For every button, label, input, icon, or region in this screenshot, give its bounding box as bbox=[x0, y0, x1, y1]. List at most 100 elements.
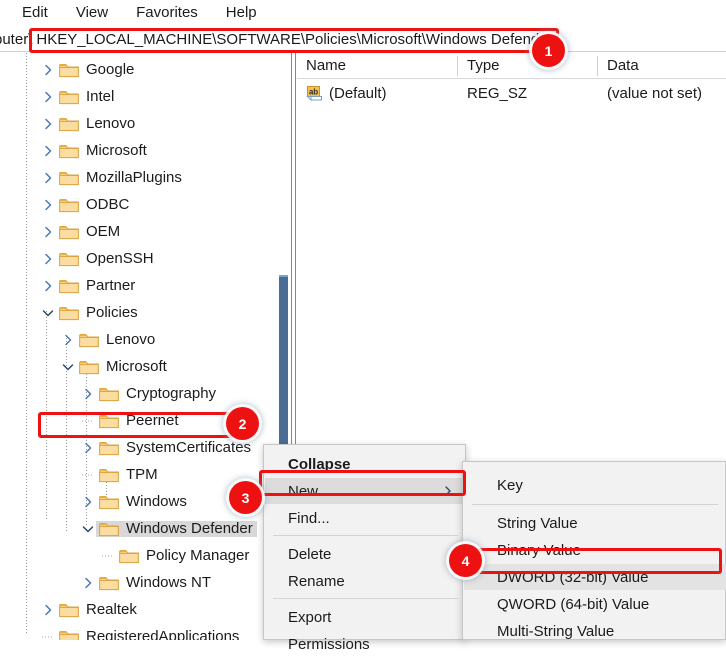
chevron-right-icon[interactable] bbox=[40, 278, 56, 294]
column-header-type[interactable]: Type bbox=[467, 53, 500, 78]
tree-item-content[interactable]: SystemCertificates bbox=[96, 439, 255, 456]
tree-item-tpm[interactable]: TPM bbox=[80, 461, 162, 488]
tree-item-policy-manager[interactable]: Policy Manager bbox=[100, 542, 253, 569]
tree-item-content[interactable]: Intel bbox=[56, 88, 118, 105]
tree-item-label: OEM bbox=[86, 222, 121, 240]
address-bar[interactable]: puter\ HKEY_LOCAL_MACHINE\SOFTWARE\Polic… bbox=[0, 28, 726, 52]
tree-item-content[interactable]: Google bbox=[56, 61, 138, 78]
tree-item-content[interactable]: Policies bbox=[56, 304, 142, 321]
context-menu-item-permissions[interactable]: Permissions bbox=[265, 631, 466, 657]
tree-item-realtek[interactable]: Realtek bbox=[40, 596, 141, 623]
tree-item-content[interactable]: RegisteredApplications bbox=[56, 628, 243, 640]
tree-item-content[interactable]: ODBC bbox=[56, 196, 133, 213]
tree-item-windows-nt[interactable]: Windows NT bbox=[80, 569, 215, 596]
menu-view[interactable]: View bbox=[76, 0, 108, 26]
chevron-right-icon[interactable] bbox=[80, 386, 96, 402]
tree-item-windows[interactable]: Windows bbox=[80, 488, 191, 515]
tree-item-lenovo[interactable]: Lenovo bbox=[60, 326, 159, 353]
tree-item-oem[interactable]: OEM bbox=[40, 218, 124, 245]
tree-item-label: Windows bbox=[126, 492, 187, 510]
column-header-name[interactable]: Name bbox=[306, 53, 346, 78]
tree-item-lenovo[interactable]: Lenovo bbox=[40, 110, 139, 137]
menu-favorites[interactable]: Favorites bbox=[136, 0, 198, 26]
address-path[interactable]: HKEY_LOCAL_MACHINE\SOFTWARE\Policies\Mic… bbox=[36, 31, 552, 48]
chevron-right-icon[interactable] bbox=[80, 440, 96, 456]
chevron-right-icon[interactable] bbox=[80, 494, 96, 510]
tree-item-content[interactable]: Windows bbox=[96, 492, 191, 510]
tree-item-content[interactable]: Partner bbox=[56, 276, 139, 294]
chevron-right-icon[interactable] bbox=[60, 332, 76, 348]
tree-item-partner[interactable]: Partner bbox=[40, 272, 139, 299]
tree-item-windows-defender[interactable]: Windows Defender bbox=[80, 515, 257, 542]
tree-item-registeredapplications[interactable]: RegisteredApplications bbox=[40, 623, 243, 640]
context-menu-item-export[interactable]: Export bbox=[265, 604, 466, 630]
chevron-right-icon[interactable] bbox=[40, 251, 56, 267]
value-type: REG_SZ bbox=[467, 85, 528, 102]
chevron-right-icon[interactable] bbox=[40, 197, 56, 213]
tree-item-peernet[interactable]: Peernet bbox=[80, 407, 183, 434]
tree-item-intel[interactable]: Intel bbox=[40, 83, 118, 110]
context-menu-item-collapse[interactable]: Collapse bbox=[265, 451, 466, 477]
registry-tree-pane[interactable]: Google Intel Lenovo Microsoft MozillaPlugins… bbox=[0, 53, 290, 640]
submenu-label: Binary Value bbox=[497, 541, 581, 559]
chevron-down-icon[interactable] bbox=[80, 521, 96, 537]
tree-item-content[interactable]: OEM bbox=[56, 222, 124, 240]
tree-item-systemcertificates[interactable]: SystemCertificates bbox=[80, 434, 255, 461]
tree-item-content[interactable]: Realtek bbox=[56, 601, 141, 618]
context-menu-item-find[interactable]: Find... bbox=[265, 505, 466, 531]
context-menu-item-rename[interactable]: Rename bbox=[265, 568, 466, 594]
tree-item-content[interactable]: Windows NT bbox=[96, 574, 215, 591]
tree-item-content[interactable]: TPM bbox=[96, 466, 162, 483]
column-divider-1[interactable] bbox=[457, 56, 458, 76]
tree-item-google[interactable]: Google bbox=[40, 56, 138, 83]
ab-string-icon: ab bbox=[306, 85, 323, 102]
context-menu-label: Collapse bbox=[288, 455, 351, 473]
chevron-right-icon[interactable] bbox=[40, 62, 56, 78]
chevron-right-icon[interactable] bbox=[40, 89, 56, 105]
tree-item-label: Partner bbox=[86, 276, 136, 294]
tree-item-content[interactable]: Lenovo bbox=[56, 115, 139, 132]
submenu-label: Key bbox=[497, 476, 523, 494]
tree-item-mozillaplugins[interactable]: MozillaPlugins bbox=[40, 164, 186, 191]
tree-item-cryptography[interactable]: Cryptography bbox=[80, 380, 220, 407]
submenu-item-binary-value[interactable]: Binary Value bbox=[464, 537, 726, 563]
chevron-right-icon[interactable] bbox=[80, 575, 96, 591]
tree-item-content[interactable]: Policy Manager bbox=[116, 547, 253, 564]
chevron-right-icon[interactable] bbox=[40, 170, 56, 186]
context-menu[interactable]: Collapse New Find... Delete Rename Expor… bbox=[263, 444, 466, 653]
tree-item-policies[interactable]: Policies bbox=[40, 299, 142, 326]
column-header-data[interactable]: Data bbox=[607, 53, 639, 78]
chevron-down-icon[interactable] bbox=[60, 359, 76, 375]
submenu-item-dword-32-bit-value[interactable]: DWORD (32-bit) Value bbox=[464, 564, 726, 590]
folder-icon bbox=[99, 440, 119, 456]
column-divider-2[interactable] bbox=[597, 56, 598, 76]
tree-item-content[interactable]: MozillaPlugins bbox=[56, 168, 186, 186]
new-submenu[interactable]: Key String Value Binary Value DWORD (32-… bbox=[462, 461, 726, 640]
tree-item-label: MozillaPlugins bbox=[86, 168, 182, 186]
chevron-right-icon[interactable] bbox=[40, 602, 56, 618]
submenu-item-qword-64-bit-value[interactable]: QWORD (64-bit) Value bbox=[464, 591, 726, 617]
chevron-right-icon[interactable] bbox=[40, 143, 56, 159]
tree-item-odbc[interactable]: ODBC bbox=[40, 191, 133, 218]
menu-edit[interactable]: Edit bbox=[22, 0, 48, 26]
tree-item-content[interactable]: Microsoft bbox=[56, 142, 151, 159]
chevron-right-icon[interactable] bbox=[40, 224, 56, 240]
submenu-item-multi-string-value[interactable]: Multi-String Value bbox=[464, 618, 726, 644]
submenu-item-string-value[interactable]: String Value bbox=[464, 510, 726, 536]
tree-item-content[interactable]: Cryptography bbox=[96, 385, 220, 402]
menu-help[interactable]: Help bbox=[226, 0, 257, 26]
tree-item-content[interactable]: Lenovo bbox=[76, 331, 159, 348]
tree-item-content[interactable]: Peernet bbox=[96, 412, 183, 429]
submenu-item-key[interactable]: Key bbox=[464, 472, 726, 498]
tree-item-content[interactable]: Microsoft bbox=[76, 358, 171, 375]
tree-item-content[interactable]: Windows Defender bbox=[96, 520, 257, 537]
context-menu-item-new[interactable]: New bbox=[265, 478, 466, 504]
chevron-down-icon[interactable] bbox=[40, 305, 56, 321]
chevron-right-icon[interactable] bbox=[40, 116, 56, 132]
context-menu-item-delete[interactable]: Delete bbox=[265, 541, 466, 567]
values-table-row[interactable]: ab (Default) REG_SZ (value not set) bbox=[297, 81, 726, 107]
tree-item-openssh[interactable]: OpenSSH bbox=[40, 245, 158, 272]
tree-item-content[interactable]: OpenSSH bbox=[56, 250, 158, 267]
tree-item-microsoft[interactable]: Microsoft bbox=[60, 353, 171, 380]
tree-item-microsoft[interactable]: Microsoft bbox=[40, 137, 151, 164]
